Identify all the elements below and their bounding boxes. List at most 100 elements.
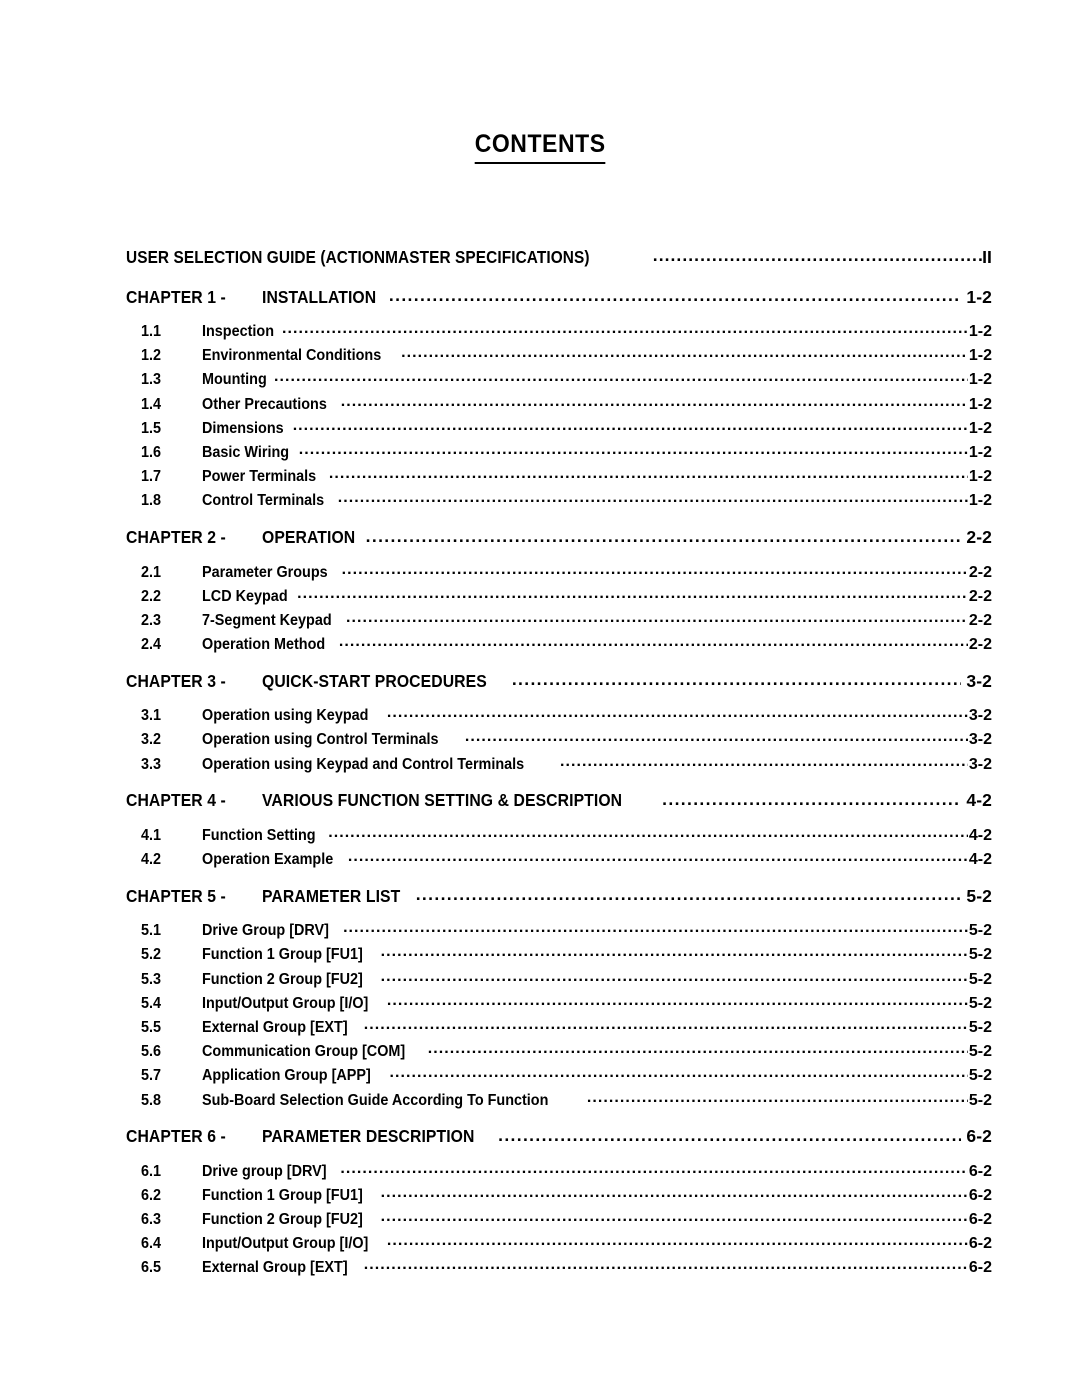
toc-page-number: 2-2 <box>968 563 992 581</box>
toc-page-number: 5-2 <box>968 1018 992 1036</box>
toc-section-row[interactable]: 6.2 Function 1 Group [FU1] 6-2 <box>126 1184 992 1208</box>
toc-section-row[interactable]: 1.8 Control Terminals 1-2 <box>126 489 992 513</box>
toc-chapter-row[interactable]: CHAPTER 2 - OPERATION 2-2 <box>126 526 992 552</box>
toc-section-row[interactable]: 5.5 External Group [EXT] 5-2 <box>126 1016 992 1040</box>
toc-chapter-number: CHAPTER 1 - <box>126 286 226 307</box>
toc-page-number: 1-2 <box>968 468 992 486</box>
toc-section-number: 4.1 <box>141 826 162 844</box>
toc-section-number: 3.3 <box>141 755 162 773</box>
toc-section-row[interactable]: 1.6 Basic Wiring 1-2 <box>126 441 992 465</box>
toc-section-row[interactable]: 6.1 Drive group [DRV] 6-2 <box>126 1160 992 1184</box>
toc-section-label: Input/Output Group [I/O] <box>202 1235 369 1253</box>
toc-page-number: 6-2 <box>968 1259 992 1277</box>
toc-leader-dots <box>364 1016 968 1032</box>
toc-section-number: 6.3 <box>141 1211 162 1229</box>
toc-section-row[interactable]: 6.3 Function 2 Group [FU2] 6-2 <box>126 1208 992 1232</box>
toc-section-row[interactable]: 2.2 LCD Keypad 2-2 <box>126 585 992 609</box>
toc-top-entry-row[interactable]: USER SELECTION GUIDE (ACTIONMASTER SPECI… <box>126 245 992 271</box>
toc-chapter-row[interactable]: CHAPTER 4 - VARIOUS FUNCTION SETTING & DE… <box>126 789 992 815</box>
toc-section-row[interactable]: 5.4 Input/Output Group [I/O] 5-2 <box>126 992 992 1016</box>
toc-section-row[interactable]: 3.2 Operation using Control Terminals 3-2 <box>126 728 992 752</box>
toc-leader-dots <box>342 561 968 577</box>
toc-leader-dots <box>293 417 968 433</box>
toc-leader-dots <box>381 1208 968 1224</box>
toc-chapter-number: CHAPTER 3 - <box>126 670 226 691</box>
toc-section-row[interactable]: 4.1 Function Setting 4-2 <box>126 824 992 848</box>
toc-section-row[interactable]: 5.2 Function 1 Group [FU1] 5-2 <box>126 943 992 967</box>
toc-section-row[interactable]: 4.2 Operation Example 4-2 <box>126 848 992 872</box>
toc-page-number: 2-2 <box>968 636 992 654</box>
toc-page-number: 4-2 <box>968 851 992 868</box>
toc-page-number: 5-2 <box>968 970 992 988</box>
toc-leader-dots <box>282 320 968 336</box>
toc-page-number: 1-2 <box>968 492 992 510</box>
toc-leader-dots <box>348 848 968 864</box>
toc-section-label: Dimensions <box>202 419 284 437</box>
toc-section-number: 1.3 <box>141 371 162 389</box>
toc-chapter-row[interactable]: CHAPTER 6 - PARAMETER DESCRIPTION 6-2 <box>126 1125 992 1151</box>
toc-section-row[interactable]: 5.3 Function 2 Group [FU2] 5-2 <box>126 968 992 992</box>
toc-leader-dots <box>498 1125 961 1143</box>
toc-leader-dots <box>387 1232 968 1248</box>
toc-section-row[interactable]: 5.6 Communication Group [COM] 5-2 <box>126 1040 992 1064</box>
toc-section-number: 3.2 <box>141 731 162 749</box>
toc-chapter-row[interactable]: CHAPTER 3 - QUICK-START PROCEDURES 3-2 <box>126 669 992 695</box>
toc-section-row[interactable]: 6.4 Input/Output Group [I/O] 6-2 <box>126 1232 992 1256</box>
toc-section-label: Mounting <box>202 371 267 389</box>
toc-section-number: 5.5 <box>141 1018 162 1036</box>
toc-section-label: LCD Keypad <box>202 587 288 605</box>
toc-page-number: 4-2 <box>968 826 992 844</box>
toc-chapter-number: CHAPTER 4 - <box>126 790 226 811</box>
toc-leader-dots <box>341 393 968 409</box>
toc-page-number: 1-2 <box>968 323 992 340</box>
toc-section-row[interactable]: 2.1 Parameter Groups 2-2 <box>126 561 992 585</box>
table-of-contents: USER SELECTION GUIDE (ACTIONMASTER SPECI… <box>126 245 992 1281</box>
toc-section-row[interactable]: 5.8 Sub-Board Selection Guide According T… <box>126 1089 992 1113</box>
toc-section-number: 5.7 <box>141 1067 162 1085</box>
toc-section-row[interactable]: 6.5 External Group [EXT] 6-2 <box>126 1256 992 1280</box>
toc-section-number: 6.1 <box>141 1162 162 1180</box>
toc-leader-dots <box>390 1064 968 1080</box>
toc-page-number: 1-2 <box>968 395 992 413</box>
toc-section-number: 6.2 <box>141 1186 162 1204</box>
toc-section-label: Operation using Control Terminals <box>202 731 439 749</box>
toc-section-row[interactable]: 1.5 Dimensions 1-2 <box>126 417 992 441</box>
toc-page-number: 1-2 <box>966 286 992 307</box>
toc-section-row[interactable]: 3.3 Operation using Keypad and Control Te… <box>126 753 992 777</box>
page-title-container: CONTENTS <box>0 130 1080 164</box>
toc-leader-dots <box>653 245 982 263</box>
toc-page-number: 4-2 <box>966 790 992 811</box>
toc-page-number: 3-2 <box>968 731 992 749</box>
toc-leader-dots <box>381 943 968 959</box>
toc-section-row[interactable]: 2.4 Operation Method 2-2 <box>126 633 992 657</box>
toc-chapter-label: OPERATION <box>262 527 356 547</box>
toc-section-label: Function 1 Group [FU1] <box>202 1186 363 1204</box>
toc-leader-dots <box>328 824 968 840</box>
toc-page-number: 2-2 <box>968 587 992 605</box>
toc-section-row[interactable]: 1.7 Power Terminals 1-2 <box>126 465 992 489</box>
toc-section-row[interactable]: 1.3 Mounting 1-2 <box>126 368 992 392</box>
toc-page-number: 3-2 <box>968 755 992 773</box>
toc-section-row[interactable]: 5.7 Application Group [APP] 5-2 <box>126 1064 992 1088</box>
toc-leader-dots <box>343 919 968 935</box>
toc-section-row[interactable]: 1.2 Environmental Conditions 1-2 <box>126 344 992 368</box>
toc-chapter-number: CHAPTER 2 - <box>126 527 226 547</box>
toc-leader-dots <box>401 344 968 360</box>
toc-section-row[interactable]: 2.3 7-Segment Keypad 2-2 <box>126 609 992 633</box>
toc-leader-dots <box>512 669 962 687</box>
toc-section-row[interactable]: 1.1 Inspection 1-2 <box>126 320 992 344</box>
toc-page-number: 2-2 <box>966 527 992 547</box>
toc-section-row[interactable]: 1.4 Other Precautions 1-2 <box>126 393 992 417</box>
toc-page-number: 6-2 <box>968 1235 992 1253</box>
toc-section-label: Power Terminals <box>202 468 317 486</box>
toc-page-number: 6-2 <box>966 1126 992 1147</box>
toc-leader-dots <box>338 489 968 505</box>
toc-section-row[interactable]: 5.1 Drive Group [DRV] 5-2 <box>126 919 992 943</box>
toc-section-row[interactable]: 3.1 Operation using Keypad 3-2 <box>126 704 992 728</box>
toc-page-number: 5-2 <box>968 1091 992 1109</box>
toc-chapter-row[interactable]: CHAPTER 1 - INSTALLATION 1-2 <box>126 285 992 311</box>
toc-page-number: 1-2 <box>968 347 992 365</box>
toc-chapter-row[interactable]: CHAPTER 5 - PARAMETER LIST 5-2 <box>126 884 992 910</box>
toc-section-number: 1.5 <box>141 419 162 437</box>
toc-section-label: Function Setting <box>202 826 316 844</box>
